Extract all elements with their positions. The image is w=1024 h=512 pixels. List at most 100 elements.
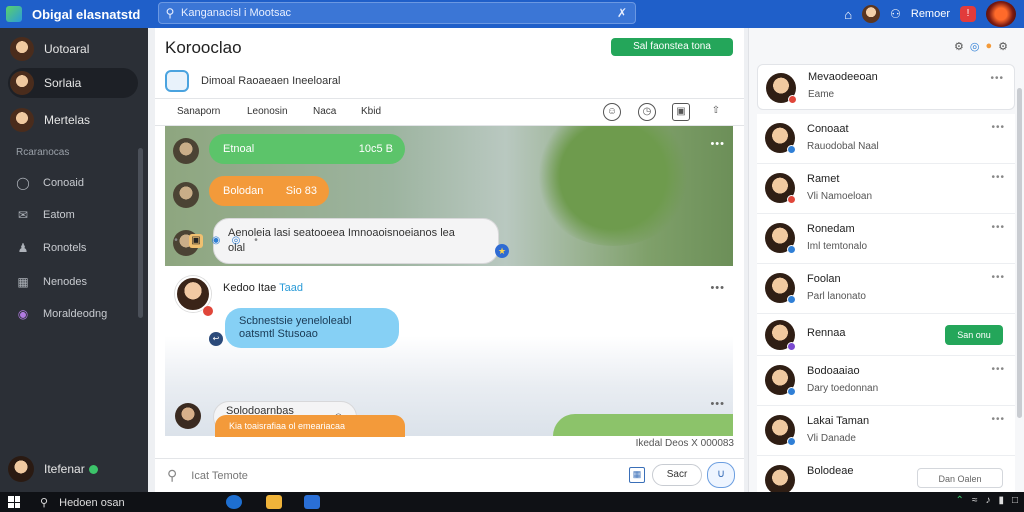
contact-action-button[interactable]: Dan Oalen — [917, 468, 1003, 488]
system-tray: ⌃ ≈ ♪ ▮ □ — [956, 495, 1018, 506]
store-app-icon[interactable] — [304, 495, 320, 509]
user-avatar[interactable] — [862, 5, 881, 23]
attachment-icon[interactable]: • — [249, 234, 263, 248]
more-icon[interactable]: ••• — [991, 222, 1005, 233]
message-bubble[interactable]: Etnoal 10c5 B — [209, 134, 405, 164]
search-input[interactable]: ⚲ Kanganacisl i Mootsac ✗ — [158, 2, 636, 24]
right-panel-scrollbar[interactable] — [1017, 88, 1022, 418]
contact-name: Conoaat — [807, 123, 849, 135]
image-icon[interactable]: ▣ — [672, 103, 690, 121]
current-user[interactable]: Itefenar — [8, 456, 98, 482]
avatar — [173, 138, 199, 164]
message-bubble[interactable]: Kia toaisrafiaa ol emeariacaa — [215, 415, 405, 437]
sidebar-item-2[interactable]: Sorlaia — [8, 68, 138, 98]
contact-sub: Parl lanonato — [807, 291, 866, 302]
contact-item[interactable]: Conoaat Rauodobal Naal ••• — [757, 114, 1015, 164]
sidebar-scrollbar[interactable] — [138, 148, 143, 318]
clock-icon[interactable]: ◷ — [638, 103, 656, 121]
message-composer: ⚲ Icat Temote ▦ Sacr ∪ — [155, 458, 744, 492]
search-clear-icon[interactable]: ✗ — [617, 6, 627, 20]
tab-3[interactable]: Naca — [313, 106, 336, 117]
settings-icon[interactable]: ⚙ — [954, 40, 964, 53]
notification-badge[interactable]: ! — [960, 6, 976, 22]
sidebar-item-3[interactable]: Mertelas — [8, 105, 138, 135]
reply-icon[interactable]: ↩ — [209, 332, 223, 346]
search-placeholder: Kanganacisl i Mootsac — [181, 7, 292, 19]
home-icon[interactable]: ⌂ — [844, 7, 852, 22]
contact-item[interactable]: Foolan Parl lanonato ••• — [757, 264, 1015, 314]
primary-action-button[interactable]: Sal faonstea tona — [611, 38, 733, 56]
more-icon[interactable]: ••• — [710, 138, 725, 150]
tab-4[interactable]: Kbid — [361, 106, 381, 117]
profile-avatar[interactable] — [986, 1, 1016, 27]
contact-action-button[interactable]: San onu — [945, 325, 1003, 345]
folder-app-icon[interactable] — [266, 495, 282, 509]
status-badge — [203, 306, 213, 316]
browser-icon[interactable]: ◉ — [209, 234, 223, 248]
volume-icon[interactable]: ♪ — [985, 495, 990, 506]
taskbar-search[interactable]: ⚲ Hedoen osan — [40, 496, 125, 509]
share-icon[interactable]: ⇧ — [707, 103, 725, 121]
nav-item-1[interactable]: ◯ Conoaid — [16, 173, 84, 193]
contact-sub: Vli Namoeloan — [807, 191, 873, 202]
message-input[interactable]: Icat Temote — [191, 470, 248, 482]
contact-name: Bolodeae — [807, 465, 854, 477]
tab-1[interactable]: Sanaporn — [177, 106, 220, 117]
wifi-icon[interactable]: ≈ — [972, 495, 978, 506]
more-icon[interactable]: ••• — [990, 73, 1004, 84]
message-text: Aenoleia lasi seatooeea Imnoaoisnoeianos… — [228, 227, 455, 254]
right-panel-controls: ⚙ ◎ ● ⚙ — [954, 40, 1008, 53]
image-icon[interactable]: ▣ — [189, 234, 203, 248]
contact-name: Rennaa — [807, 327, 846, 339]
nav-label: Eatom — [43, 209, 75, 221]
more-icon[interactable]: ••• — [991, 414, 1005, 425]
more-icon[interactable]: ••• — [991, 172, 1005, 183]
more-icon[interactable]: ••• — [710, 398, 725, 410]
emoji-icon[interactable]: ☺ — [603, 103, 621, 121]
contact-item[interactable]: Ramet Vli Namoeloan ••• — [757, 164, 1015, 214]
more-icon[interactable]: ••• — [991, 122, 1005, 133]
contact-item[interactable]: Bodoaaiao Dary toedonnan ••• — [757, 356, 1015, 406]
format-icon[interactable]: ▦ — [629, 467, 645, 483]
battery-icon[interactable]: ▮ — [998, 495, 1004, 506]
contact-sub: Dary toedonnan — [807, 383, 879, 394]
badge-icon[interactable]: ● — [985, 40, 992, 53]
channel-subtitle: Dimoal Raoaeaen Ineeloaral — [165, 70, 340, 92]
voice-icon[interactable]: ∪ — [707, 462, 735, 488]
gear-icon[interactable]: ⚙ — [998, 40, 1008, 53]
people-icon[interactable]: ⚇ — [890, 7, 901, 21]
sidebar-item-1[interactable]: Uotoaral — [8, 34, 138, 64]
top-right-controls: ⌂ ⚇ Remoer ! — [844, 0, 1024, 28]
nav-item-3[interactable]: ♟ Ronotels — [16, 238, 87, 258]
more-icon[interactable]: ••• — [991, 272, 1005, 283]
globe-icon[interactable]: ◎ — [229, 234, 243, 248]
nav-item-4[interactable]: ▦ Nenodes — [16, 272, 87, 292]
send-button[interactable]: Sacr — [652, 464, 702, 486]
browser-app-icon[interactable] — [226, 495, 242, 509]
contact-name: Bodoaaiao — [807, 365, 860, 377]
status-badge — [787, 195, 796, 204]
contact-item[interactable]: Lakai Taman Vli Danade ••• — [757, 406, 1015, 456]
contact-item[interactable]: Ronedam Iml temtonalo ••• — [757, 214, 1015, 264]
windows-start-icon[interactable] — [8, 496, 20, 508]
user-name[interactable]: Remoer — [911, 8, 950, 20]
sender-name-text: Kedoo Itae — [223, 282, 277, 294]
reaction-icon[interactable]: • — [169, 234, 183, 248]
circle-icon: ◯ — [16, 176, 30, 190]
message-bubble[interactable]: Bolodan Sio 83 — [209, 176, 329, 206]
message-bubble[interactable]: Scbnestsie yeneloleabl oatsmtl Stusoao — [225, 308, 399, 348]
nav-item-2[interactable]: ✉ Eatom — [16, 205, 75, 225]
attachment-icon[interactable]: ⚲ — [167, 467, 177, 484]
globe-icon[interactable]: ◎ — [970, 40, 980, 53]
avatar — [10, 37, 34, 61]
network-icon[interactable]: ⌃ — [956, 495, 964, 506]
tab-2[interactable]: Leonosin — [247, 106, 288, 117]
star-icon: ★ — [495, 244, 509, 258]
contact-item[interactable]: Bolodeae Dan Oalen — [757, 456, 1015, 495]
more-icon[interactable]: ••• — [991, 364, 1005, 375]
nav-item-5[interactable]: ◉ Moraldeodng — [16, 304, 107, 324]
contact-item[interactable]: Rennaa San onu — [757, 314, 1015, 356]
more-icon[interactable]: ••• — [710, 282, 725, 294]
header-card[interactable]: Mevaodeeoan Eame ••• — [757, 64, 1015, 110]
notification-icon[interactable]: □ — [1012, 495, 1018, 506]
